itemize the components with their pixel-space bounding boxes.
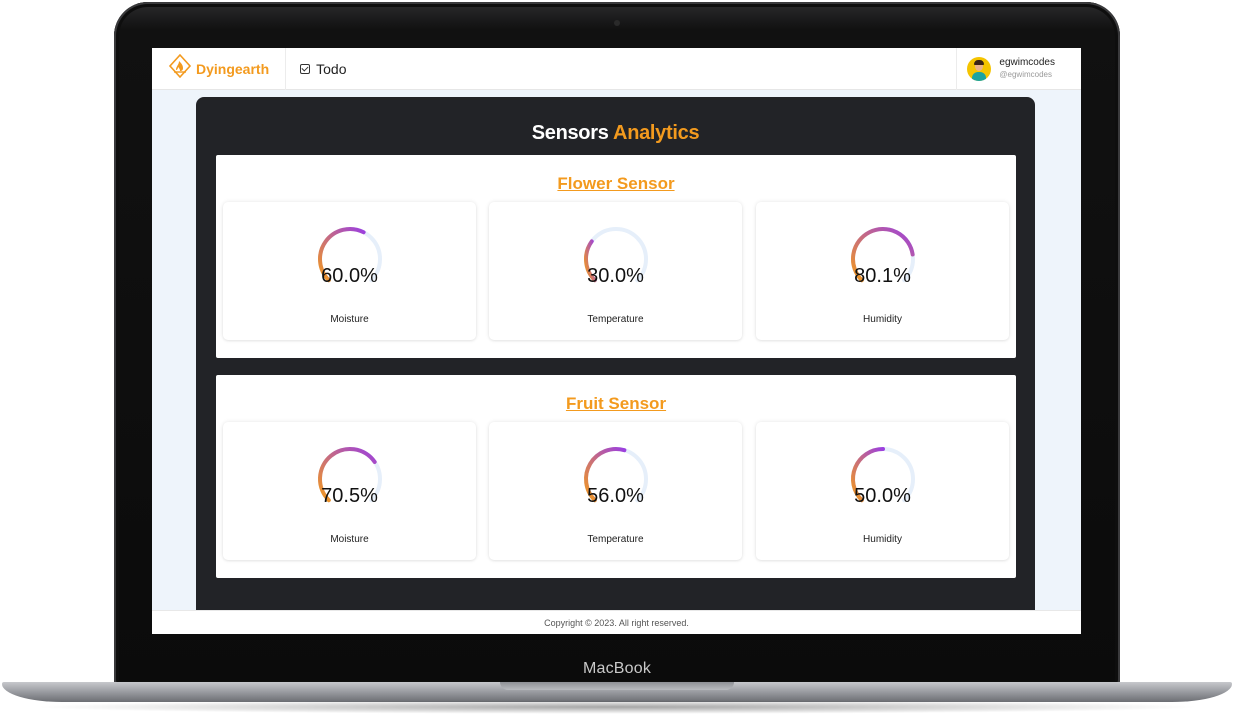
logo-text: Dyingearth <box>196 60 270 77</box>
page-title: Sensors Analytics <box>196 122 1035 145</box>
gauge <box>584 447 648 503</box>
laptop-shadow <box>30 700 1204 714</box>
sensor-card-fruit: Fruit Sensor 70.5% Moisture 56.0% Temper… <box>216 375 1016 578</box>
camera-icon <box>614 20 620 26</box>
metric-value: 80.1% <box>854 265 911 287</box>
laptop-notch <box>500 682 734 690</box>
user-name: egwimcodes <box>999 57 1055 68</box>
metric-card: 56.0% Temperature <box>489 422 742 560</box>
avatar <box>967 57 992 81</box>
metric-value: 70.5% <box>321 485 378 507</box>
navbar: Dyingearth Todo egwimcodes @egwimcodes <box>152 48 1081 90</box>
metric-value: 50.0% <box>854 485 911 507</box>
metric-card: 80.1% Humidity <box>756 202 1009 340</box>
metric-value: 60.0% <box>321 265 378 287</box>
device-brand-label: MacBook <box>582 660 652 677</box>
metric-label: Humidity <box>863 314 902 325</box>
checkbox-icon <box>300 63 311 74</box>
sensor-title[interactable]: Flower Sensor <box>216 174 1016 194</box>
sensor-title[interactable]: Fruit Sensor <box>216 394 1016 414</box>
metric-label: Temperature <box>587 314 644 325</box>
user-profile[interactable]: egwimcodes @egwimcodes <box>956 48 1081 90</box>
gauge <box>851 447 915 503</box>
metric-card: 70.5% Moisture <box>223 422 476 560</box>
metric-card: 30.0% Temperature <box>489 202 742 340</box>
gauge <box>584 227 648 283</box>
sensors-panel: Sensors Analytics Flower Sensor 60.0% Mo… <box>196 97 1035 617</box>
gauge <box>318 227 382 283</box>
metric-card: 50.0% Humidity <box>756 422 1009 560</box>
nav-link-label: Todo <box>316 60 347 77</box>
gauge <box>318 447 382 503</box>
logo[interactable]: Dyingearth <box>152 48 287 90</box>
metric-card: 60.0% Moisture <box>223 202 476 340</box>
user-handle: @egwimcodes <box>999 70 1052 79</box>
title-accent: Analytics <box>613 122 700 144</box>
metric-label: Moisture <box>330 534 369 545</box>
sensor-card-flower: Flower Sensor 60.0% Moisture 30.0% Tempe… <box>216 155 1016 358</box>
gauge <box>851 227 915 283</box>
metric-value: 30.0% <box>587 265 644 287</box>
title-main: Sensors <box>531 122 609 144</box>
screen: Dyingearth Todo egwimcodes @egwimcodes S… <box>152 48 1081 634</box>
nav-link-todo[interactable]: Todo <box>300 61 346 77</box>
footer: Copyright © 2023. All right reserved. <box>152 610 1081 634</box>
flame-logo-icon <box>168 53 192 83</box>
metric-value: 56.0% <box>587 485 644 507</box>
metric-label: Temperature <box>587 534 644 545</box>
metric-label: Moisture <box>330 314 369 325</box>
metric-label: Humidity <box>863 534 902 545</box>
